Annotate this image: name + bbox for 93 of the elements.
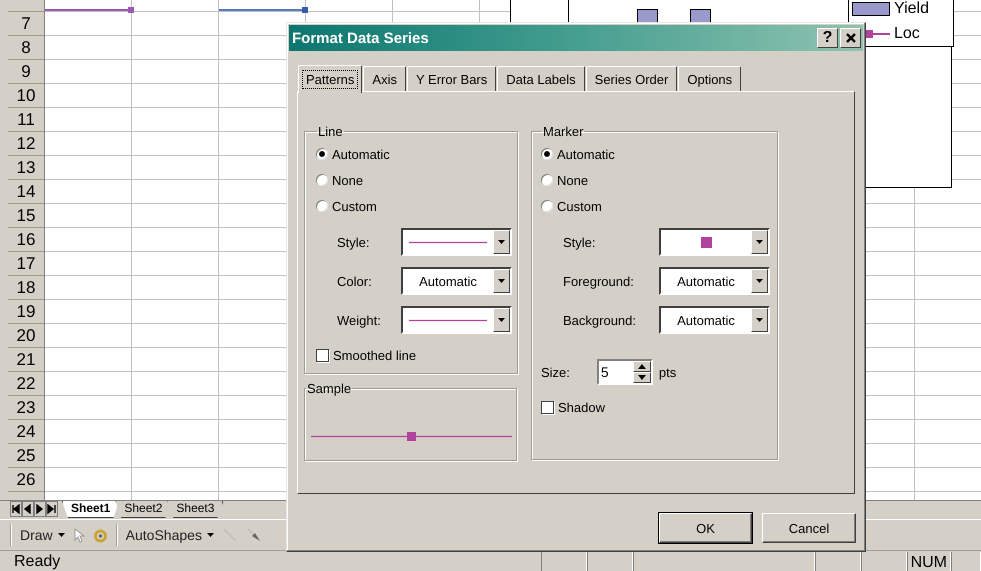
draw-menu[interactable]: Draw (20, 527, 65, 543)
status-indicator: NUM (906, 552, 951, 571)
row-header[interactable]: 10 (8, 84, 45, 108)
line-style-icon (409, 240, 487, 244)
dialog-tab[interactable]: Y Error Bars (406, 66, 496, 91)
checkbox[interactable]: Shadow (541, 398, 777, 416)
caret-icon (498, 240, 505, 244)
field-label: Weight: (337, 312, 382, 328)
row-header[interactable]: 14 (8, 180, 45, 204)
radio-icon[interactable] (541, 148, 553, 160)
row-header[interactable]: 16 (8, 228, 45, 252)
row-header[interactable]: 15 (8, 204, 45, 228)
legend-label: Yield (894, 0, 929, 18)
autoshapes-menu[interactable]: AutoShapes (126, 527, 214, 543)
status-text: Ready (13, 552, 62, 571)
radio-option[interactable]: None (541, 167, 777, 193)
caret-icon (756, 279, 763, 283)
dialog-tab[interactable]: Series Order (586, 66, 678, 91)
dropdown[interactable] (659, 228, 770, 256)
row-header[interactable]: 24 (8, 420, 45, 444)
checkbox[interactable]: Smoothed line (316, 346, 517, 364)
field-label: Style: (563, 234, 597, 250)
row-header[interactable]: 18 (8, 276, 45, 300)
row-header[interactable] (8, 0, 45, 12)
close-icon (846, 33, 856, 43)
caret-icon (498, 279, 505, 283)
field-label: Background: (563, 312, 637, 328)
radio-option[interactable]: Custom (541, 193, 777, 219)
caret-icon (498, 318, 505, 322)
row-header[interactable]: 13 (8, 156, 45, 180)
group-title: Marker (542, 124, 584, 139)
row-header[interactable]: 21 (8, 348, 45, 372)
field-label: Color: (337, 274, 373, 288)
spin-down-button[interactable] (632, 372, 651, 383)
caret-icon (756, 318, 763, 322)
dropdown[interactable] (401, 306, 512, 334)
field-label: Style: (337, 234, 371, 250)
close-button[interactable] (840, 28, 861, 48)
dropdown[interactable] (401, 228, 512, 256)
row-header[interactable]: 17 (8, 252, 45, 276)
dialog-button[interactable]: Cancel (762, 513, 856, 543)
radio-icon[interactable] (316, 174, 328, 186)
row-header[interactable]: 8 (8, 36, 45, 60)
radio-option[interactable]: Automatic (316, 141, 517, 167)
size-spinner[interactable]: 5 (596, 359, 653, 385)
pointer-icon[interactable] (72, 528, 85, 542)
dialog-button[interactable]: OK (659, 513, 752, 543)
last-sheet-button[interactable] (46, 501, 58, 517)
radio-option[interactable]: Custom (316, 193, 517, 219)
group-title: Sample (306, 381, 352, 396)
radio-option[interactable]: Automatic (541, 141, 777, 167)
dropdown[interactable]: Automatic (659, 267, 770, 295)
group-title: Line (317, 124, 344, 139)
row-header[interactable]: 20 (8, 324, 45, 348)
field-label: Foreground: (563, 274, 635, 288)
row-header[interactable]: 12 (8, 132, 45, 156)
row-header[interactable]: 11 (8, 108, 45, 132)
legend-label: Loc (894, 25, 920, 43)
row-header[interactable]: 23 (8, 396, 45, 420)
radio-icon[interactable] (541, 200, 553, 212)
unit-label: pts (658, 364, 676, 380)
radio-icon[interactable] (541, 174, 553, 186)
caret-icon (756, 240, 763, 244)
sheet-tab[interactable]: Sheet1 (62, 501, 120, 518)
dropdown[interactable]: Automatic (659, 306, 770, 334)
dialog-tab[interactable]: Data Labels (497, 66, 585, 91)
row-header[interactable]: 26 (8, 468, 45, 492)
radio-icon[interactable] (316, 148, 328, 160)
radio-option[interactable]: None (316, 167, 517, 193)
row-header[interactable]: 7 (8, 12, 45, 36)
caret-icon (58, 533, 65, 537)
dialog-tab[interactable]: Options (678, 66, 742, 91)
dialog-title: Format Data Series (292, 30, 430, 46)
dropdown[interactable]: Automatic (401, 267, 512, 295)
dialog-tab[interactable]: Axis (363, 66, 406, 91)
row-header[interactable]: 25 (8, 444, 45, 468)
row-header[interactable]: 9 (8, 60, 45, 84)
chart-marker (302, 7, 308, 13)
line-style-icon (409, 318, 487, 322)
dialog-tab[interactable]: Patterns (298, 65, 362, 93)
radio-icon[interactable] (316, 200, 328, 212)
help-button[interactable]: ? (817, 28, 838, 48)
row-header[interactable]: 19 (8, 300, 45, 324)
arrow-icon[interactable] (246, 527, 262, 543)
marker-style-icon (700, 236, 712, 248)
spin-up-button[interactable] (632, 361, 651, 372)
field-label: Size: (541, 364, 570, 380)
rotate-icon[interactable] (92, 528, 108, 542)
caret-icon (206, 533, 214, 537)
sheet-tab[interactable]: Sheet3 (167, 501, 224, 518)
row-header[interactable]: 22 (8, 372, 45, 396)
chart-marker (128, 7, 134, 13)
previous-sheet-button[interactable] (22, 501, 34, 517)
